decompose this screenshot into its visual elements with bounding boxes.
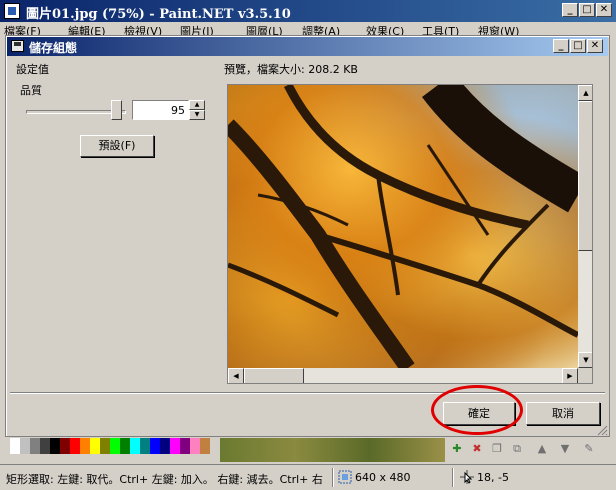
save-configuration-dialog: 儲存組態 _ □ ✕ 設定值 品質 ▲ ▼ 預設(F) 預覽，檔案大小: 208… xyxy=(5,35,610,437)
app-window-title: 圖片01.jpg (75%) - Paint.NET v3.5.10 xyxy=(26,7,291,22)
preview-image xyxy=(228,85,578,368)
close-button[interactable]: ✕ xyxy=(596,3,612,17)
tree-branches-graphic xyxy=(228,85,578,368)
settings-label: 設定值 xyxy=(16,63,49,76)
duplicate-layer-icon[interactable]: ❐ xyxy=(490,442,504,456)
palette-swatch[interactable] xyxy=(50,438,60,454)
quality-increment-button[interactable]: ▲ xyxy=(189,100,205,110)
scroll-left-arrow-icon[interactable]: ◀ xyxy=(228,368,244,383)
scrollbar-corner xyxy=(578,368,592,383)
status-separator xyxy=(332,468,334,487)
status-bar: 矩形選取: 左鍵: 取代。Ctrl+ 左鍵: 加入。 右鍵: 減去。Ctrl+ … xyxy=(0,464,616,490)
palette-swatch[interactable] xyxy=(170,438,180,454)
palette-swatch[interactable] xyxy=(80,438,90,454)
resize-grip-icon[interactable] xyxy=(596,424,608,436)
palette-swatch[interactable] xyxy=(30,438,40,454)
preview-vertical-scrollbar[interactable]: ▲ ▼ xyxy=(578,85,592,368)
palette-swatch[interactable] xyxy=(110,438,120,454)
palette-swatch[interactable] xyxy=(100,438,110,454)
cursor-position-icon xyxy=(460,470,474,484)
scroll-right-arrow-icon[interactable]: ▶ xyxy=(562,368,578,383)
ok-button-highlight-circle xyxy=(431,385,523,435)
layer-properties-icon[interactable]: ✎ xyxy=(582,442,596,456)
palette-swatch[interactable] xyxy=(40,438,50,454)
app-title-bar: 圖片01.jpg (75%) - Paint.NET v3.5.10 _ □ ✕ xyxy=(0,0,616,22)
preview-pane: ▲ ▼ ◀ ▶ xyxy=(227,84,593,384)
image-size-text: 640 x 480 xyxy=(355,471,411,484)
move-layer-down-icon[interactable]: ▼ xyxy=(558,442,572,456)
palette-swatch[interactable] xyxy=(60,438,70,454)
quality-label: 品質 xyxy=(20,84,42,97)
cancel-button[interactable]: 取消 xyxy=(526,402,600,425)
move-layer-up-icon[interactable]: ▲ xyxy=(535,442,549,456)
palette-swatch[interactable] xyxy=(70,438,80,454)
dialog-close-button[interactable]: ✕ xyxy=(587,39,603,53)
merge-layer-icon[interactable]: ⧉ xyxy=(510,442,524,456)
preview-file-size-label: 預覽，檔案大小: 208.2 KB xyxy=(224,63,358,76)
palette-swatch[interactable] xyxy=(200,438,210,454)
delete-layer-icon[interactable]: ✖ xyxy=(470,442,484,456)
status-separator xyxy=(452,468,454,487)
quality-input[interactable] xyxy=(132,100,189,120)
add-layer-icon[interactable]: ✚ xyxy=(450,442,464,456)
palette-swatch[interactable] xyxy=(160,438,170,454)
minimize-button[interactable]: _ xyxy=(562,3,578,17)
palette-swatch[interactable] xyxy=(90,438,100,454)
palette-swatch[interactable] xyxy=(150,438,160,454)
quality-decrement-button[interactable]: ▼ xyxy=(189,110,205,120)
scroll-down-arrow-icon[interactable]: ▼ xyxy=(578,352,592,368)
scroll-up-arrow-icon[interactable]: ▲ xyxy=(578,85,592,101)
palette-swatch[interactable] xyxy=(190,438,200,454)
palette-swatch[interactable] xyxy=(140,438,150,454)
color-palette[interactable] xyxy=(10,438,210,454)
image-size-icon xyxy=(338,470,352,484)
dialog-title-bar: 儲存組態 _ □ ✕ xyxy=(7,37,608,56)
palette-swatch[interactable] xyxy=(10,438,20,454)
dialog-divider xyxy=(10,392,605,394)
maximize-button[interactable]: □ xyxy=(579,3,595,17)
paintnet-app-icon xyxy=(4,3,20,19)
palette-swatch[interactable] xyxy=(20,438,30,454)
cursor-position-text: 18, -5 xyxy=(477,471,509,484)
floppy-disk-icon xyxy=(11,40,24,52)
defaults-button[interactable]: 預設(F) xyxy=(80,135,154,157)
palette-swatch[interactable] xyxy=(180,438,190,454)
dialog-title: 儲存組態 xyxy=(29,41,78,55)
palette-swatch[interactable] xyxy=(130,438,140,454)
dialog-maximize-button[interactable]: □ xyxy=(570,39,586,53)
palette-swatch[interactable] xyxy=(120,438,130,454)
quality-slider-thumb[interactable] xyxy=(111,100,123,120)
canvas-thumbnail-strip xyxy=(220,438,445,462)
preview-horizontal-scrollbar[interactable]: ◀ ▶ xyxy=(228,368,578,383)
status-hint-text: 矩形選取: 左鍵: 取代。Ctrl+ 左鍵: 加入。 右鍵: 減去。Ctrl+ … xyxy=(6,473,323,486)
vertical-scroll-thumb[interactable] xyxy=(578,101,592,251)
horizontal-scroll-thumb[interactable] xyxy=(244,368,304,383)
dialog-minimize-button[interactable]: _ xyxy=(553,39,569,53)
